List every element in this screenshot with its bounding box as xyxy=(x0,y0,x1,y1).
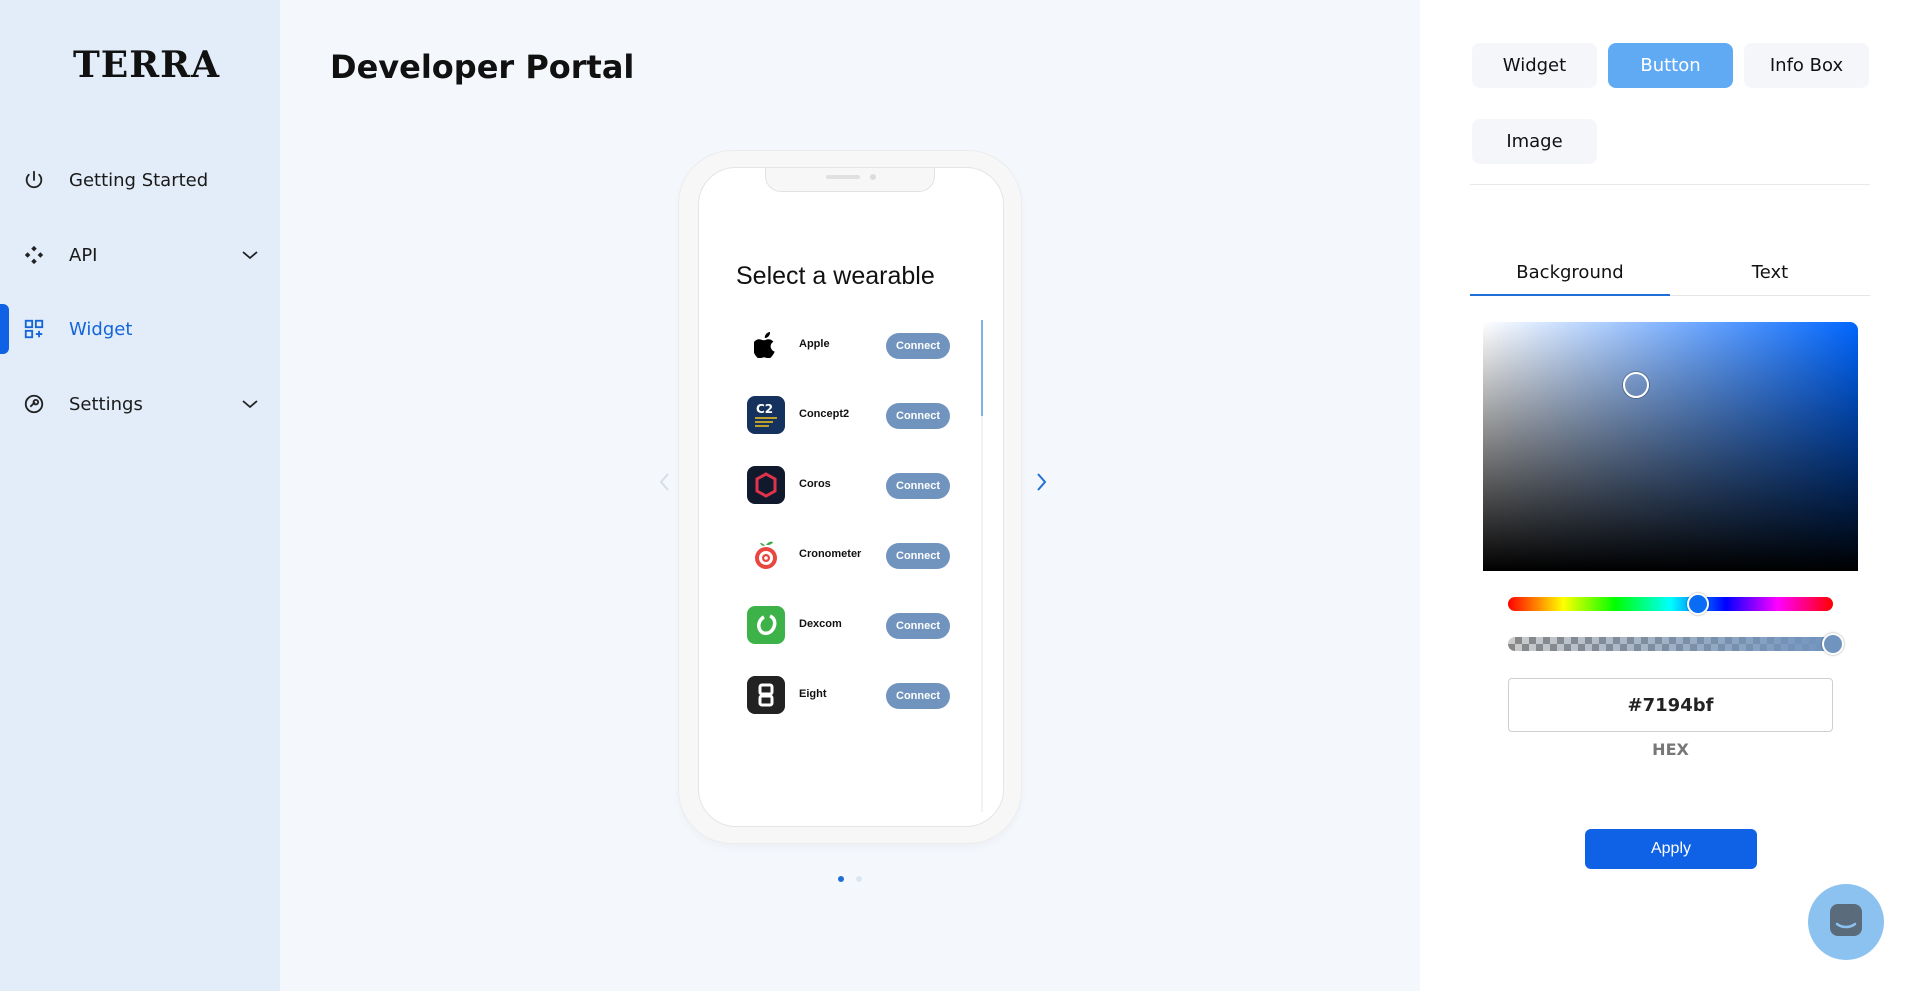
alpha-slider-thumb[interactable] xyxy=(1822,633,1844,655)
page-title: Developer Portal xyxy=(330,48,635,86)
sidebar-item-api[interactable]: API xyxy=(0,230,280,280)
terra-logo[interactable]: TERRA xyxy=(73,44,220,86)
sidebar-item-label: API xyxy=(69,244,98,266)
list-item: Coros Connect xyxy=(747,464,957,504)
carousel-dot[interactable] xyxy=(856,876,862,882)
coros-logo-icon xyxy=(747,466,785,504)
provider-name: Apple xyxy=(799,338,830,350)
apply-button[interactable]: Apply xyxy=(1585,829,1757,869)
widget-grid-icon xyxy=(22,317,46,341)
carousel-next-arrow-icon[interactable] xyxy=(1032,470,1050,494)
connect-button[interactable]: Connect xyxy=(886,403,950,429)
sidebar: TERRA Getting Started API Widget Setting… xyxy=(0,0,280,991)
chat-launcher-button[interactable] xyxy=(1808,884,1884,960)
svg-text:C2: C2 xyxy=(756,402,773,416)
sidebar-item-widget[interactable]: Widget xyxy=(0,304,280,354)
color-saturation-area[interactable] xyxy=(1483,322,1858,571)
dexcom-logo-icon xyxy=(747,606,785,644)
phone-mockup: Select a wearable Apple Connect C2 Conce… xyxy=(678,150,1022,844)
widget-heading: Select a wearable xyxy=(736,262,935,290)
power-icon xyxy=(22,168,46,192)
hue-slider[interactable] xyxy=(1508,597,1833,611)
hue-slider-thumb[interactable] xyxy=(1687,593,1709,615)
concept2-logo-icon: C2 xyxy=(747,396,785,434)
divider xyxy=(1470,184,1870,185)
chevron-down-icon[interactable] xyxy=(240,245,260,265)
api-icon xyxy=(22,243,46,267)
provider-name: Dexcom xyxy=(799,618,842,630)
cronometer-logo-icon xyxy=(747,536,785,574)
segment-button[interactable]: Button xyxy=(1608,43,1733,88)
sidebar-item-label: Getting Started xyxy=(69,169,209,191)
connect-button[interactable]: Connect xyxy=(886,473,950,499)
tab-background[interactable]: Background xyxy=(1470,248,1670,296)
chat-icon xyxy=(1828,902,1864,942)
carousel-dot-active[interactable] xyxy=(838,876,844,882)
connect-button[interactable]: Connect xyxy=(886,543,950,569)
color-picker-cursor[interactable] xyxy=(1623,372,1649,398)
list-item: C2 Concept2 Connect xyxy=(747,394,957,434)
camera-icon xyxy=(870,174,876,180)
sidebar-item-getting-started[interactable]: Getting Started xyxy=(0,155,280,205)
list-item: Apple Connect xyxy=(747,324,957,364)
sidebar-item-settings[interactable]: Settings xyxy=(0,379,280,429)
sidebar-item-label: Widget xyxy=(69,318,133,340)
connect-button[interactable]: Connect xyxy=(886,613,950,639)
hex-label: HEX xyxy=(1652,740,1689,759)
provider-name: Eight xyxy=(799,688,827,700)
chevron-down-icon[interactable] xyxy=(240,394,260,414)
list-item: Cronometer Connect xyxy=(747,534,957,574)
connect-button[interactable]: Connect xyxy=(886,333,950,359)
list-item: Dexcom Connect xyxy=(747,604,957,644)
tab-active-indicator xyxy=(1470,294,1670,296)
phone-screen: Select a wearable Apple Connect C2 Conce… xyxy=(698,167,1004,827)
carousel-prev-arrow-icon[interactable] xyxy=(656,470,674,494)
alpha-slider[interactable] xyxy=(1508,637,1833,651)
sidebar-item-label: Settings xyxy=(69,393,143,415)
list-scrollbar-thumb[interactable] xyxy=(981,320,983,416)
provider-name: Concept2 xyxy=(799,408,850,420)
provider-name: Coros xyxy=(799,478,831,490)
apple-logo-icon xyxy=(747,326,785,364)
eight-logo-icon xyxy=(747,676,785,714)
settings-icon xyxy=(22,392,46,416)
provider-name: Cronometer xyxy=(799,548,862,560)
segment-widget[interactable]: Widget xyxy=(1472,43,1597,88)
phone-notch xyxy=(765,168,935,192)
segment-image[interactable]: Image xyxy=(1472,119,1597,164)
list-item: Eight Connect xyxy=(747,674,957,714)
segment-info-box[interactable]: Info Box xyxy=(1744,43,1869,88)
connect-button[interactable]: Connect xyxy=(886,683,950,709)
tab-text[interactable]: Text xyxy=(1670,248,1870,296)
speaker-icon xyxy=(826,175,860,179)
hex-input[interactable] xyxy=(1508,678,1833,732)
